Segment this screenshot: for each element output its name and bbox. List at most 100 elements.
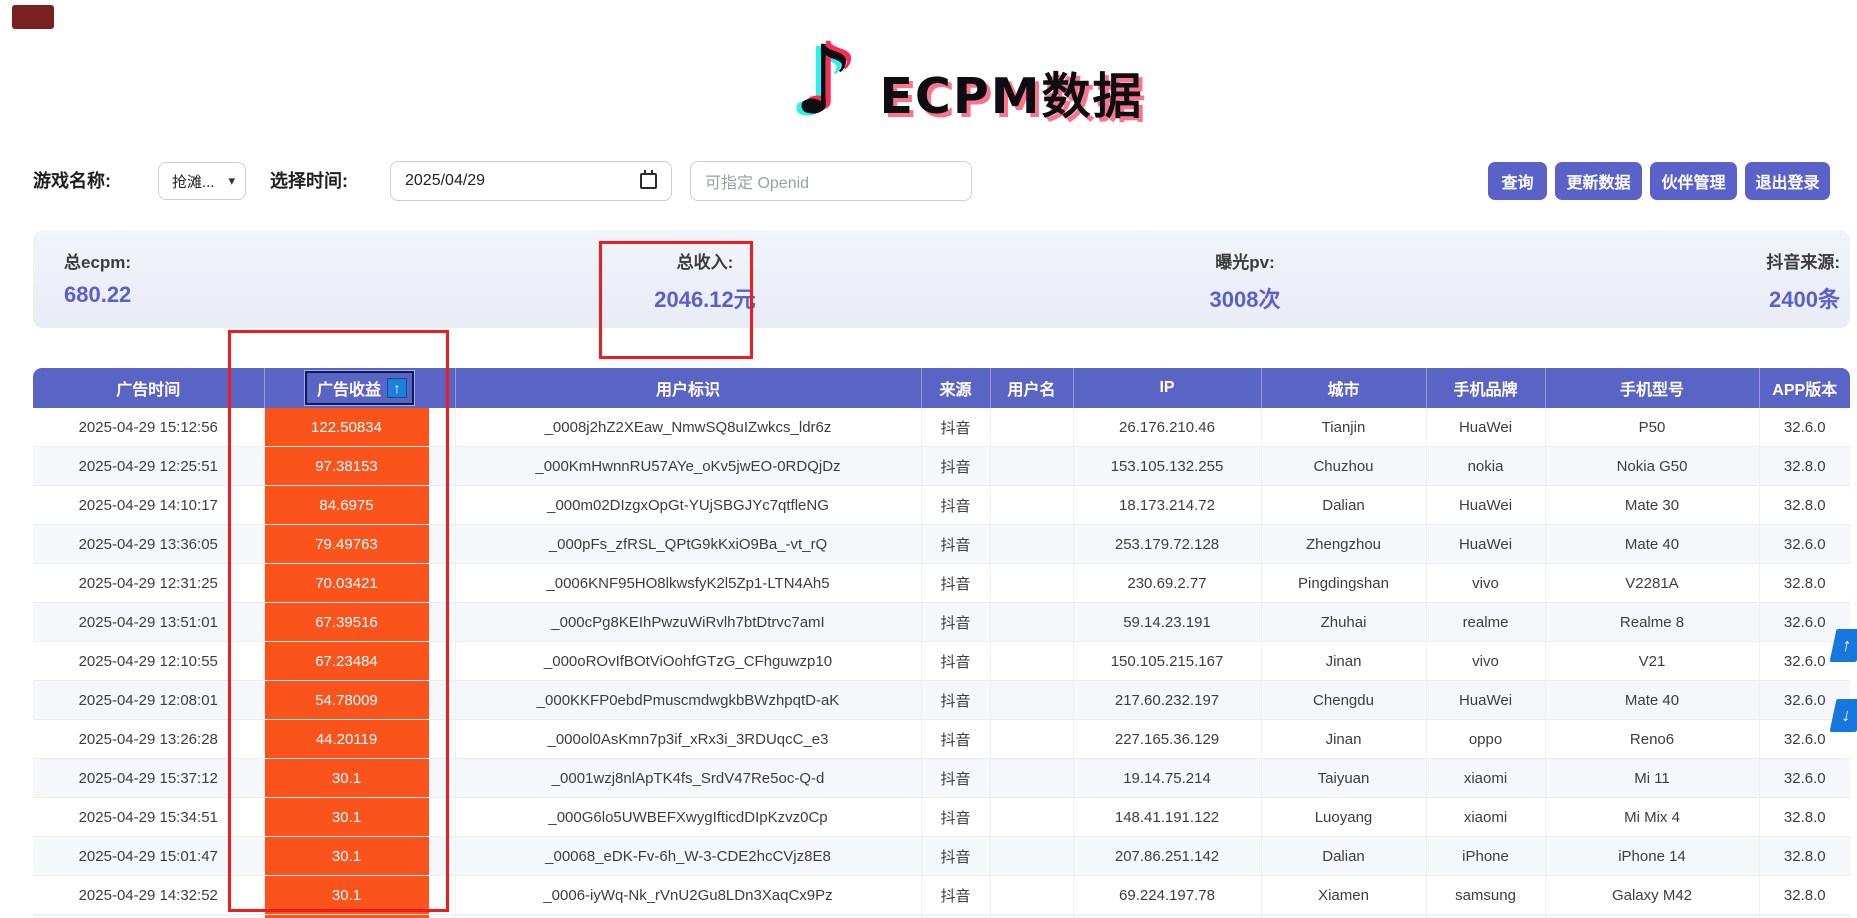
- table-row: 2025-04-29 14:32:5230.1_0006-iyWq-Nk_rVn…: [33, 876, 1850, 915]
- cell-ip: 26.176.210.46: [1073, 408, 1261, 447]
- cell-openid: _0006-iyWq-Nk_rVnU2Gu8LDn3XaqCx9Pz: [455, 876, 921, 915]
- cell-source: 抖音: [921, 642, 990, 681]
- cell-source: 抖音: [921, 798, 990, 837]
- cell-time: 2025-04-29 14:10:17: [33, 486, 264, 525]
- cell-openid: _000m02DIzgxOpGt-YUjSBGJYc7qtfleNG: [455, 486, 921, 525]
- table-row: 2025-04-29 12:31:2570.03421_0006KNF95HO8…: [33, 564, 1850, 603]
- cell-source: 抖音: [921, 759, 990, 798]
- cell-ip: 18.173.214.72: [1073, 486, 1261, 525]
- cell-ip: 253.179.72.128: [1073, 525, 1261, 564]
- cell-brand: HuaWei: [1426, 486, 1545, 525]
- cell-source: 抖音: [921, 486, 990, 525]
- cell-revenue: 30.1: [264, 759, 455, 798]
- cell-ip: 193.249.243.224: [1073, 915, 1261, 918]
- stat-douyin-source: 抖音来源: 2400条: [1766, 230, 1840, 328]
- cell-version: 32.8.0: [1759, 798, 1850, 837]
- cell-username: [990, 642, 1073, 681]
- table-row: 2025-04-29 15:37:1230.1_0001wzj8nlApTK4f…: [33, 759, 1850, 798]
- cell-city: Jinan: [1261, 642, 1426, 681]
- query-button[interactable]: 查询: [1488, 162, 1547, 200]
- cell-time: 2025-04-29 13:51:01: [33, 603, 264, 642]
- cell-username: [990, 720, 1073, 759]
- game-select-value: 抢滩...: [172, 171, 215, 192]
- cell-revenue: 70.03421: [264, 564, 455, 603]
- cell-username: [990, 837, 1073, 876]
- stat-label: 总收入:: [575, 248, 835, 273]
- cell-brand: nokia: [1426, 447, 1545, 486]
- stat-value: 2046.12元: [575, 282, 835, 314]
- cell-revenue: 122.50834: [264, 408, 455, 447]
- openid-placeholder: 可指定 Openid: [705, 169, 809, 193]
- cell-username: [990, 759, 1073, 798]
- cell-ip: 217.60.232.197: [1073, 681, 1261, 720]
- cell-model: Mate 40: [1545, 525, 1759, 564]
- cell-time: 2025-04-29 15:12:56: [33, 408, 264, 447]
- table-row: 2025-04-29 13:51:0167.39516_000cPg8KEIhP…: [33, 603, 1850, 642]
- cell-brand: vivo: [1426, 642, 1545, 681]
- table-row: 2025-04-29 15:34:5130.1_000G6lo5UWBEFXwy…: [33, 798, 1850, 837]
- cell-model: Mi Mix 4: [1545, 798, 1759, 837]
- tiktok-note-icon: ♪ ♪ ♪: [793, 43, 865, 143]
- cell-username: [990, 486, 1073, 525]
- col-header-brand: 手机品牌: [1426, 368, 1545, 408]
- cell-ip: 207.86.251.142: [1073, 837, 1261, 876]
- cell-username: [990, 447, 1073, 486]
- cell-openid: _000ol0AsKmn7p3if_xRx3i_3RDUqcC_e3: [455, 720, 921, 759]
- cell-username: [990, 564, 1073, 603]
- chevron-down-icon: ▾: [228, 173, 235, 189]
- cell-model: Galaxy M42: [1545, 876, 1759, 915]
- logout-button[interactable]: 退出登录: [1745, 162, 1830, 200]
- cell-model: Reno6: [1545, 720, 1759, 759]
- col-header-ip: IP: [1073, 368, 1261, 408]
- cell-revenue: 54.78009: [264, 681, 455, 720]
- cell-username: [990, 915, 1073, 918]
- calendar-icon[interactable]: [640, 173, 657, 189]
- revenue-sort-button[interactable]: 广告收益↑: [305, 371, 414, 405]
- col-header-revenue: 广告收益↑: [264, 368, 455, 408]
- stat-value: 2400条: [1766, 282, 1840, 314]
- col-header-city: 城市: [1261, 368, 1426, 408]
- cell-username: [990, 408, 1073, 447]
- cell-revenue: 79.49763: [264, 525, 455, 564]
- cell-time: 2025-04-29 13:36:05: [33, 525, 264, 564]
- cell-openid: _000pFs_zfRSL_QPtG9kKxiO9Ba_-vt_rQ: [455, 525, 921, 564]
- cell-city: Jinan: [1261, 720, 1426, 759]
- cell-brand: iPhone: [1426, 837, 1545, 876]
- cell-revenue: 97.38153: [264, 447, 455, 486]
- table-row: 2025-04-29 12:08:0154.78009_000KKFP0ebdP…: [33, 681, 1850, 720]
- partner-manage-button[interactable]: 伙伴管理: [1650, 162, 1737, 200]
- cell-time: 2025-04-29 12:08:01: [33, 681, 264, 720]
- cell-brand: xiaomi: [1426, 798, 1545, 837]
- date-input[interactable]: 2025/04/29: [390, 161, 672, 201]
- cell-version: 32.8.0: [1759, 486, 1850, 525]
- stat-total-income: 总收入: 2046.12元: [575, 230, 835, 328]
- revenue-value: 97.38153: [265, 447, 429, 485]
- table-row: 2025-04-29 13:58:4130.1_000UTIoN-fCI82We…: [33, 915, 1850, 918]
- cell-city: Chengdu: [1261, 681, 1426, 720]
- col-header-source: 来源: [921, 368, 990, 408]
- game-select[interactable]: 抢滩... ▾: [158, 162, 246, 200]
- cell-revenue: 30.1: [264, 915, 455, 918]
- cell-model: Mi 11: [1545, 759, 1759, 798]
- cell-version: 32.8.0: [1759, 564, 1850, 603]
- cell-model: Mate 40: [1545, 681, 1759, 720]
- cell-username: [990, 525, 1073, 564]
- cell-openid: _0001wzj8nlApTK4fs_SrdV47Re5oc-Q-d: [455, 759, 921, 798]
- cell-time: 2025-04-29 13:26:28: [33, 720, 264, 759]
- revenue-value: 30.1: [265, 798, 429, 836]
- cell-source: 抖音: [921, 876, 990, 915]
- cell-source: 抖音: [921, 603, 990, 642]
- revenue-value: 79.49763: [265, 525, 429, 563]
- openid-input[interactable]: 可指定 Openid: [690, 161, 972, 201]
- stat-value: 3008次: [1115, 282, 1375, 314]
- cell-source: 抖音: [921, 915, 990, 918]
- cell-version: 32.6.0: [1759, 915, 1850, 918]
- col-header-time: 广告时间: [33, 368, 264, 408]
- update-data-button[interactable]: 更新数据: [1555, 162, 1642, 200]
- cell-openid: _000cPg8KEIhPwzuWiRvlh7btDtrvc7amI: [455, 603, 921, 642]
- col-header-version: APP版本: [1759, 368, 1850, 408]
- cell-source: 抖音: [921, 681, 990, 720]
- stat-total-ecpm: 总ecpm: 680.22: [64, 230, 131, 328]
- game-name-label: 游戏名称:: [33, 160, 111, 202]
- cell-version: 32.8.0: [1759, 447, 1850, 486]
